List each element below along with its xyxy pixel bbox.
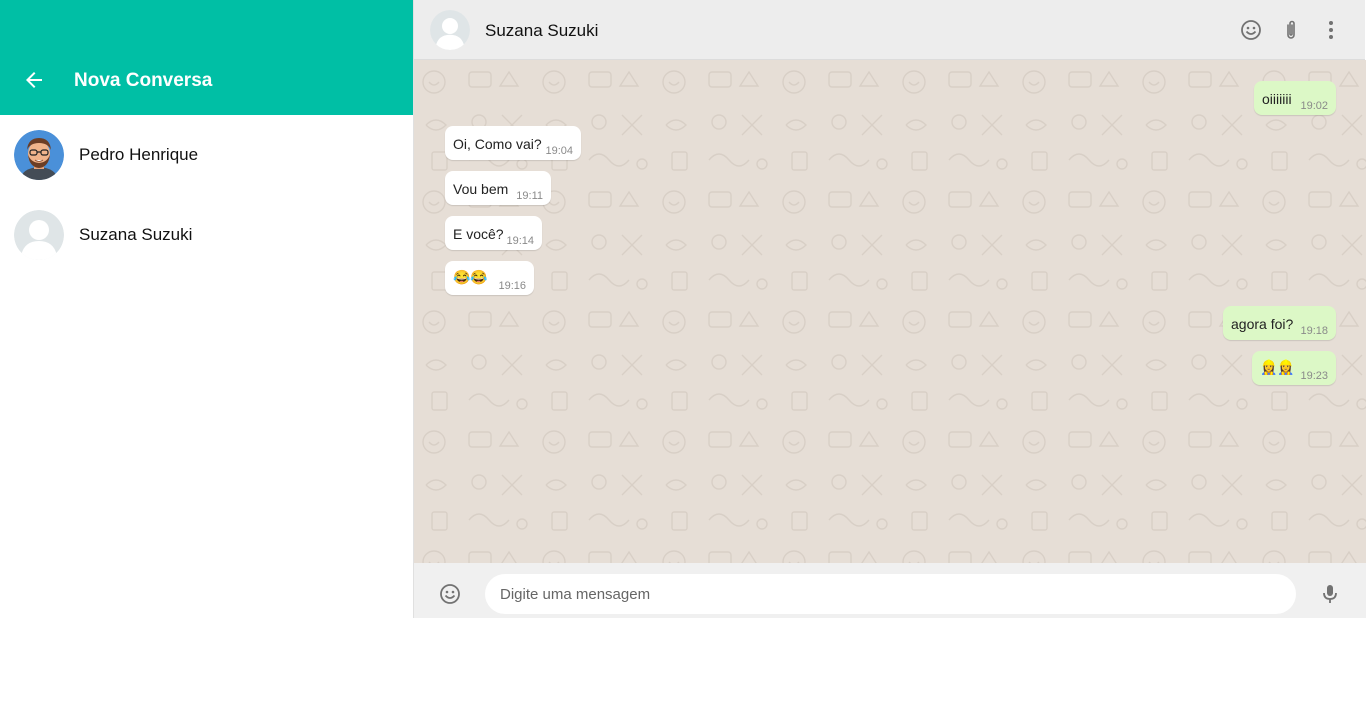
message-text: 👷‍♀️👷‍♀️ — [1260, 359, 1295, 375]
message-text: Oi, Como vai? — [453, 136, 542, 152]
smiley-icon[interactable] — [1239, 18, 1263, 42]
avatar — [14, 210, 64, 260]
new-conversation-panel: Nova Conversa Pedro Henrique Suzana Suzu… — [0, 0, 413, 618]
page-title: Nova Conversa — [74, 70, 213, 91]
contact-name: Pedro Henrique — [79, 145, 199, 164]
chat-header: Suzana Suzuki — [414, 0, 1365, 60]
arrow-left-icon[interactable] — [22, 68, 46, 92]
message-time: 19:18 — [1300, 325, 1328, 337]
message-text: oiiiiiii — [1262, 91, 1292, 107]
chat-contact-name[interactable]: Suzana Suzuki — [485, 21, 598, 41]
more-vertical-icon[interactable] — [1319, 18, 1343, 42]
smiley-icon[interactable] — [438, 582, 462, 606]
paperclip-icon[interactable] — [1279, 18, 1303, 42]
default-user-avatar-icon — [430, 10, 470, 50]
message-bubble-outgoing[interactable]: agora foi? 19:18 — [1223, 306, 1336, 340]
message-time: 19:11 — [516, 190, 543, 202]
message-list[interactable]: oiiiiiii 19:02 Oi, Como vai? 19:04 Vou b… — [414, 60, 1366, 563]
message-text: Vou bem — [453, 181, 509, 197]
message-text: agora foi? — [1231, 316, 1294, 332]
message-bubble-outgoing[interactable]: oiiiiiii 19:02 — [1254, 81, 1336, 115]
message-bubble-incoming[interactable]: E você? 19:14 — [445, 216, 542, 250]
message-time: 19:16 — [498, 280, 526, 292]
message-bubble-incoming[interactable]: Vou bem 19:11 — [445, 171, 551, 205]
message-bubble-incoming[interactable]: 😂😂 19:16 — [445, 261, 534, 295]
message-time: 19:14 — [506, 235, 534, 247]
new-conversation-header: Nova Conversa — [0, 0, 413, 115]
contact-item-suzana-suzuki[interactable]: Suzana Suzuki — [0, 195, 413, 275]
message-text: 😂😂 — [453, 269, 488, 285]
message-input[interactable] — [485, 574, 1296, 614]
message-bubble-outgoing[interactable]: 👷‍♀️👷‍♀️ 19:23 — [1252, 351, 1336, 385]
avatar — [14, 130, 64, 180]
composer-bar — [414, 563, 1366, 618]
bearded-man-avatar-icon — [14, 130, 64, 180]
message-bubble-incoming[interactable]: Oi, Como vai? 19:04 — [445, 126, 581, 160]
default-user-avatar-icon — [14, 210, 64, 260]
chat-panel: Suzana Suzuki oiiiiiii 19:02 Oi, Como va… — [413, 0, 1366, 618]
contact-item-pedro-henrique[interactable]: Pedro Henrique — [0, 115, 413, 195]
message-time: 19:04 — [545, 145, 573, 157]
message-time: 19:23 — [1300, 370, 1328, 382]
message-text: E você? — [453, 226, 504, 242]
microphone-icon[interactable] — [1318, 582, 1342, 606]
contact-name: Suzana Suzuki — [79, 225, 193, 244]
avatar[interactable] — [430, 10, 470, 50]
message-time: 19:02 — [1300, 100, 1328, 112]
